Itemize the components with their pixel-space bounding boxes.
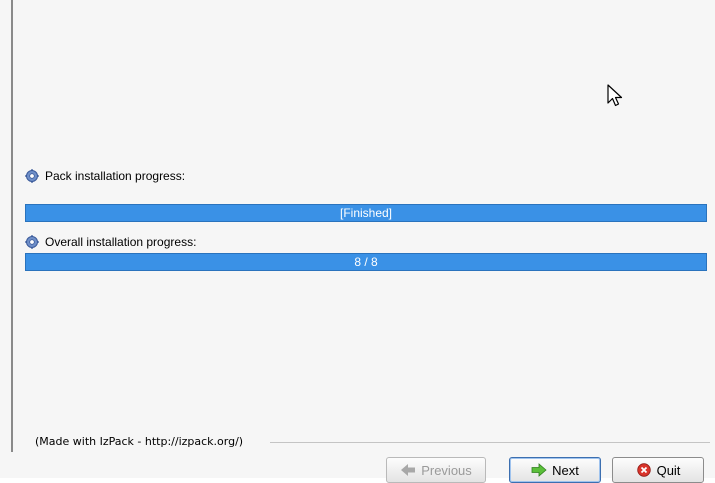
footer-separator xyxy=(270,442,710,443)
overall-progress-label: Overall installation progress: xyxy=(45,235,197,249)
arrow-right-icon xyxy=(531,463,547,477)
gear-icon xyxy=(25,169,39,183)
overall-progress-bar: 8 / 8 xyxy=(25,253,707,271)
mouse-pointer-icon xyxy=(607,84,623,107)
izpack-credit: (Made with IzPack - http://izpack.org/) xyxy=(35,435,244,448)
pack-progress-status: [Finished] xyxy=(339,206,393,220)
previous-button[interactable]: Previous xyxy=(386,457,486,483)
close-circle-icon xyxy=(636,463,651,477)
pack-progress-bar: [Finished] xyxy=(25,204,707,222)
installer-window: Pack installation progress: [Finished] O… xyxy=(0,0,715,483)
next-button-label: Next xyxy=(552,462,579,478)
pack-progress-label-row: Pack installation progress: xyxy=(25,167,185,185)
next-button[interactable]: Next xyxy=(509,457,601,483)
quit-button[interactable]: Quit xyxy=(612,457,704,483)
overall-progress-label-row: Overall installation progress: xyxy=(25,233,196,251)
overall-progress-status: 8 / 8 xyxy=(354,255,378,269)
pack-progress-label: Pack installation progress: xyxy=(45,169,186,183)
arrow-left-icon xyxy=(401,464,416,476)
panel-left-border xyxy=(11,0,13,452)
gear-icon xyxy=(25,235,39,249)
previous-button-label: Previous xyxy=(421,462,472,478)
quit-button-label: Quit xyxy=(656,462,681,478)
